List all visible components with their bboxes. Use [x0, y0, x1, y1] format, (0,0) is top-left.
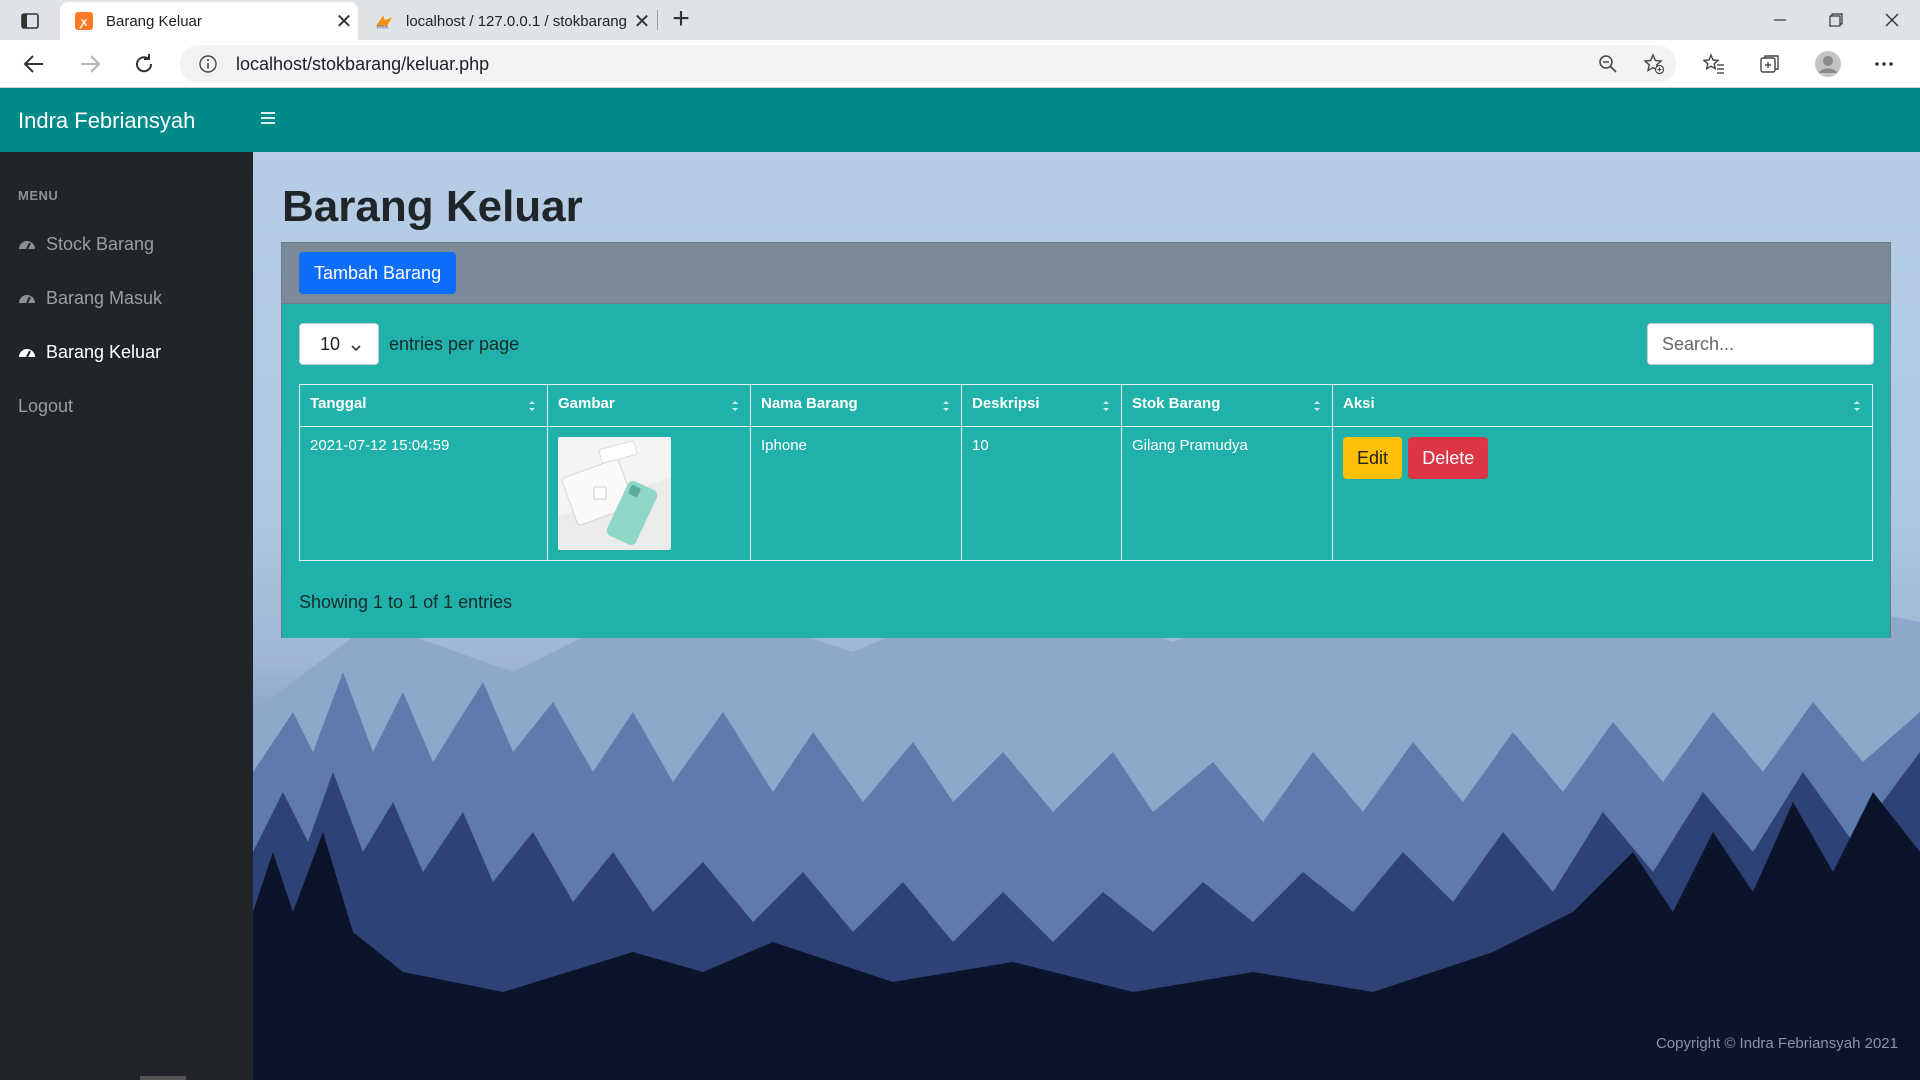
chevron-down-icon [350, 338, 362, 352]
url-text: localhost/stokbarang/keluar.php [236, 53, 490, 74]
url-field[interactable]: localhost/stokbarang/keluar.php [180, 45, 1676, 83]
close-window-icon[interactable] [1864, 0, 1920, 40]
xampp-favicon-icon: ꭗ [74, 11, 94, 31]
add-favorite-icon[interactable] [1636, 46, 1672, 82]
sidebar-item-label: Logout [18, 396, 74, 416]
tab-separator [657, 10, 658, 30]
column-header-nama-barang[interactable]: Nama Barang [750, 384, 962, 427]
collections-icon[interactable] [1752, 46, 1788, 82]
browser-tab-bar: ꭗ Barang Keluar ✕ PMA localhost / 127.0.… [0, 0, 1920, 40]
sidebar-item-barang-masuk[interactable]: Barang Masuk [18, 288, 162, 309]
reload-icon[interactable] [126, 46, 162, 82]
table-row: 2021-07-12 15:04:59 Iphone 10 Gilang Pra… [299, 426, 1873, 561]
tab-title: Barang Keluar [106, 12, 202, 30]
dashboard-gauge-icon [18, 236, 36, 254]
svg-text:ꭗ: ꭗ [79, 16, 88, 29]
column-header-aksi[interactable]: Aksi [1332, 384, 1873, 427]
column-header-deskripsi[interactable]: Deskripsi [961, 384, 1122, 427]
data-card: Tambah Barang 10 entries per page Tangga… [281, 242, 1891, 638]
page-title: Barang Keluar [282, 182, 583, 231]
address-bar: localhost/stokbarang/keluar.php [0, 40, 1920, 88]
sort-icon [941, 398, 951, 414]
tab-close-icon[interactable]: ✕ [628, 9, 656, 34]
brand-title[interactable]: Indra Febriansyah [18, 108, 195, 134]
minimize-icon[interactable] [1752, 0, 1808, 40]
tab-title: localhost / 127.0.0.1 / stokbarang [406, 12, 627, 30]
svg-text:PMA: PMA [377, 25, 389, 31]
more-options-icon[interactable] [1866, 46, 1902, 82]
back-icon[interactable] [16, 46, 52, 82]
sort-icon [1312, 398, 1322, 414]
add-item-button[interactable]: Tambah Barang [299, 252, 457, 294]
sort-icon [730, 398, 740, 414]
sidebar-item-label: Barang Keluar [46, 342, 162, 362]
tab-close-icon[interactable]: ✕ [330, 9, 358, 34]
footer-copyright: Copyright © Indra Febriansyah 2021 [1655, 1035, 1898, 1052]
data-table: Tanggal Gambar Nama Barang Deskripsi Sto… [299, 384, 1873, 561]
forward-icon[interactable] [72, 46, 108, 82]
card-header: Tambah Barang [282, 243, 1890, 304]
cell-nama-barang: Iphone [750, 426, 962, 561]
top-navbar: Indra Febriansyah [0, 88, 1920, 152]
per-page-control: 10 entries per page [299, 323, 519, 365]
per-page-value: 10 [320, 333, 341, 354]
column-header-stok-barang[interactable]: Stok Barang [1121, 384, 1333, 427]
scrollbar-thumb[interactable] [140, 1076, 186, 1080]
tab-actions-icon[interactable] [12, 8, 48, 34]
column-header-gambar[interactable]: Gambar [547, 384, 751, 427]
sidebar: MENU Stock Barang Barang Masuk Barang Ke… [0, 152, 253, 1080]
sidebar-item-label: Barang Masuk [46, 288, 163, 308]
site-info-icon[interactable] [198, 54, 218, 74]
main-content: Barang Keluar Tambah Barang 10 entries p… [253, 152, 1920, 1080]
cell-stok-barang: Gilang Pramudya [1121, 426, 1333, 561]
table-header-row: Tanggal Gambar Nama Barang Deskripsi Sto… [299, 384, 1873, 427]
per-page-label: entries per page [389, 333, 520, 354]
cell-tanggal: 2021-07-12 15:04:59 [299, 426, 548, 561]
dashboard-gauge-icon [18, 344, 36, 362]
cell-deskripsi: 10 [961, 426, 1122, 561]
new-tab-icon[interactable]: + [664, 4, 698, 36]
search-input[interactable] [1647, 323, 1874, 365]
sidebar-toggle-icon[interactable] [260, 110, 280, 130]
restore-icon[interactable] [1808, 0, 1864, 40]
table-info: Showing 1 to 1 of 1 entries [299, 592, 513, 612]
per-page-select[interactable]: 10 [299, 323, 379, 365]
cell-aksi: Edit Delete [1332, 426, 1873, 561]
sort-icon [527, 398, 537, 414]
sidebar-item-stock-barang[interactable]: Stock Barang [18, 234, 154, 255]
sidebar-item-label: Stock Barang [46, 234, 155, 254]
cell-gambar [547, 426, 751, 561]
product-thumbnail-image[interactable] [558, 437, 671, 550]
profile-avatar-icon[interactable] [1810, 46, 1846, 82]
sort-icon [1101, 398, 1111, 414]
tab-phpmyadmin[interactable]: PMA localhost / 127.0.0.1 / stokbarang ✕ [360, 2, 656, 40]
favorites-icon[interactable] [1696, 46, 1732, 82]
column-header-tanggal[interactable]: Tanggal [299, 384, 548, 427]
zoom-icon[interactable] [1590, 46, 1626, 82]
sort-icon [1852, 398, 1862, 414]
sidebar-item-logout[interactable]: Logout [18, 396, 73, 417]
dashboard-gauge-icon [18, 290, 36, 308]
phpmyadmin-favicon-icon: PMA [374, 11, 394, 31]
tab-barang-keluar[interactable]: ꭗ Barang Keluar ✕ [60, 2, 358, 40]
sidebar-heading: MENU [18, 188, 59, 203]
delete-button[interactable]: Delete [1408, 437, 1489, 479]
edit-button[interactable]: Edit [1343, 437, 1403, 479]
card-body: 10 entries per page Tanggal Gambar Nama … [282, 304, 1890, 638]
sidebar-item-barang-keluar[interactable]: Barang Keluar [18, 342, 161, 363]
